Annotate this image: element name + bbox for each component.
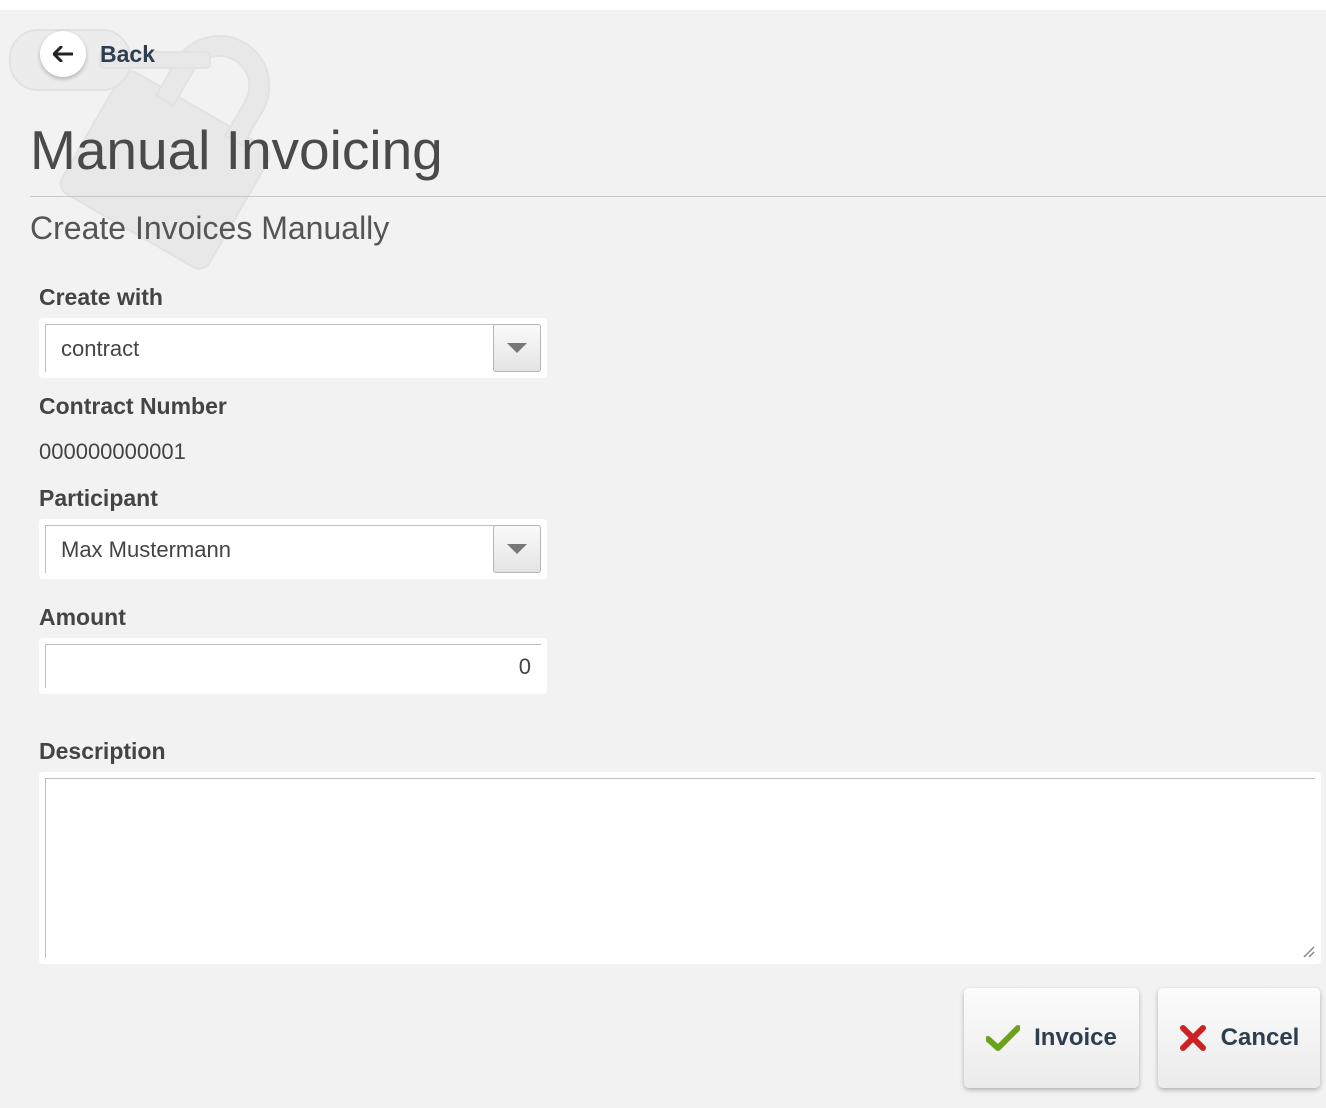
description-textarea[interactable] bbox=[39, 772, 1321, 964]
amount-input[interactable]: 0 bbox=[39, 638, 547, 694]
invoice-button[interactable]: Invoice bbox=[964, 988, 1139, 1088]
description-label: Description bbox=[39, 738, 166, 764]
amount-value[interactable]: 0 bbox=[45, 644, 541, 688]
create-with-dropdown-button[interactable] bbox=[493, 324, 541, 372]
chevron-down-icon bbox=[507, 343, 527, 353]
close-icon bbox=[1179, 1024, 1207, 1052]
participant-value[interactable]: Max Mustermann bbox=[45, 525, 495, 573]
chevron-down-icon bbox=[507, 544, 527, 554]
title-divider bbox=[30, 196, 1326, 197]
checkmark-icon bbox=[986, 1025, 1021, 1051]
amount-label: Amount bbox=[39, 604, 126, 630]
arrow-left-icon bbox=[53, 46, 73, 62]
cancel-button-label[interactable]: Cancel bbox=[1221, 1024, 1300, 1052]
back-circle[interactable] bbox=[40, 31, 86, 77]
contract-number-value: 000000000001 bbox=[39, 439, 186, 464]
create-with-select[interactable]: contract bbox=[39, 318, 547, 378]
create-with-value[interactable]: contract bbox=[45, 324, 495, 372]
back-label[interactable]: Back bbox=[100, 41, 155, 68]
cancel-button[interactable]: Cancel bbox=[1158, 988, 1320, 1088]
contract-number-label: Contract Number bbox=[39, 393, 227, 419]
participant-select[interactable]: Max Mustermann bbox=[39, 519, 547, 579]
description-value[interactable] bbox=[45, 778, 1315, 958]
participant-dropdown-button[interactable] bbox=[493, 525, 541, 573]
page-title: Manual Invoicing bbox=[30, 119, 443, 181]
resize-grip-icon[interactable] bbox=[1301, 944, 1315, 958]
page-subtitle: Create Invoices Manually bbox=[30, 210, 390, 246]
participant-label: Participant bbox=[39, 485, 158, 511]
invoice-button-label[interactable]: Invoice bbox=[1034, 1024, 1117, 1052]
manual-invoicing-page: Back Manual Invoicing Create Invoices Ma… bbox=[0, 10, 1326, 1108]
back-button[interactable]: Back bbox=[40, 30, 155, 78]
create-with-label: Create with bbox=[39, 284, 163, 310]
